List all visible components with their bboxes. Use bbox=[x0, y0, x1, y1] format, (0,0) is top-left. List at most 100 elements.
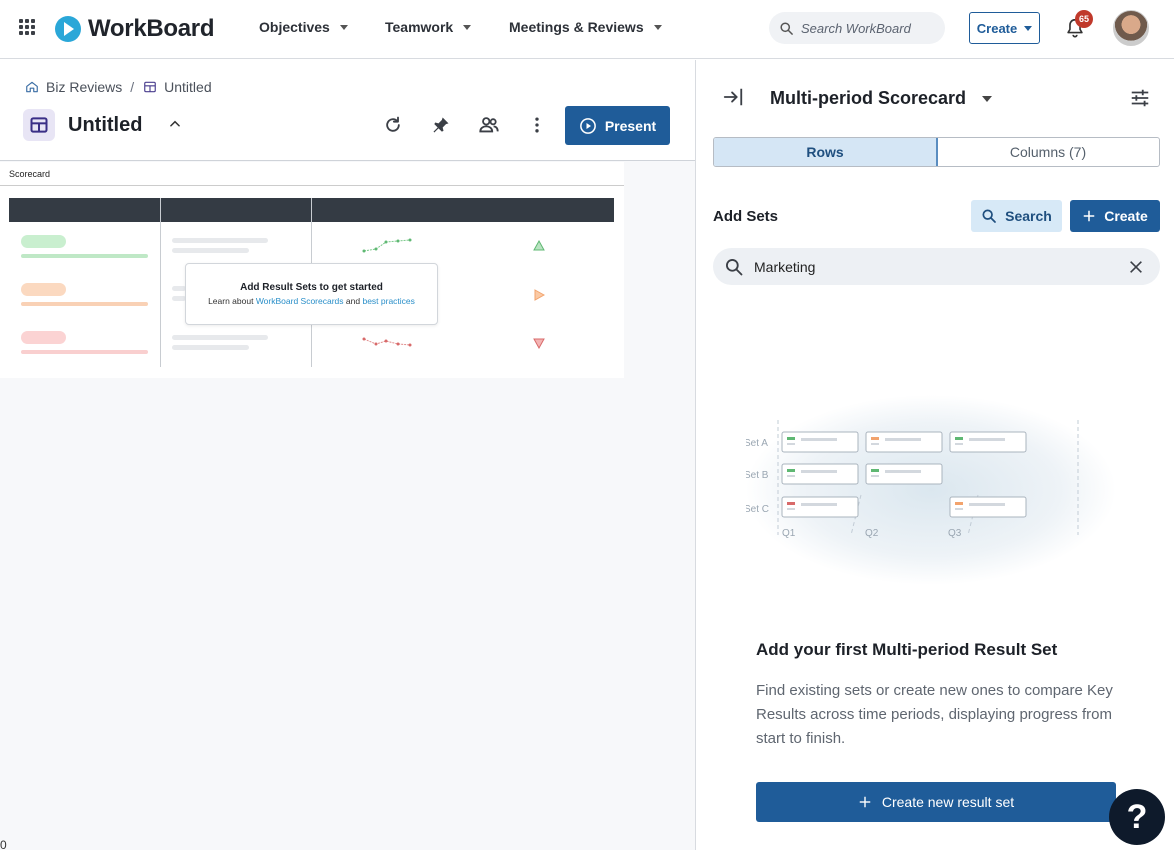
best-practices-link[interactable]: best practices bbox=[362, 296, 414, 306]
placeholder-pill bbox=[21, 235, 66, 248]
create-dropdown-button[interactable]: Create bbox=[969, 12, 1040, 44]
caret-down-icon bbox=[339, 24, 348, 30]
empty-prefix: Learn about bbox=[208, 296, 254, 306]
search-value: Marketing bbox=[754, 258, 816, 275]
trend-flat-icon bbox=[534, 289, 545, 301]
tab-columns[interactable]: Columns (7) bbox=[937, 138, 1159, 166]
settings-sliders-icon[interactable] bbox=[1129, 87, 1151, 109]
multi-period-panel: Multi-period Scorecard Rows Columns (7) … bbox=[695, 60, 1174, 850]
caret-down-icon bbox=[653, 24, 662, 30]
nav-meetings-reviews[interactable]: Meetings & Reviews bbox=[509, 19, 662, 35]
scorecard-type-icon bbox=[23, 109, 55, 141]
rows-columns-toggle: Rows Columns (7) bbox=[713, 137, 1160, 167]
breadcrumb: Biz Reviews / Untitled bbox=[24, 79, 212, 95]
search-icon bbox=[982, 209, 997, 223]
users-icon bbox=[479, 117, 499, 133]
trend-down-icon bbox=[533, 338, 545, 349]
refresh-icon bbox=[386, 116, 400, 132]
placeholder-pill bbox=[21, 331, 66, 344]
illus-card bbox=[949, 431, 1027, 453]
create-button-label: Create bbox=[1104, 208, 1148, 224]
logo-text: WorkBoard bbox=[88, 15, 215, 42]
illus-row-label: Set B bbox=[746, 470, 769, 481]
refresh-button[interactable] bbox=[381, 113, 405, 137]
illus-card bbox=[865, 431, 943, 453]
create-set-button[interactable]: Create bbox=[1070, 200, 1160, 232]
empty-and: and bbox=[345, 296, 361, 306]
editor-header: Biz Reviews / Untitled Untitled Present bbox=[0, 60, 695, 161]
nav-meetings-label: Meetings & Reviews bbox=[509, 19, 644, 35]
trend-up-icon bbox=[533, 240, 545, 251]
app-grid-icon[interactable] bbox=[19, 19, 35, 35]
sets-search-input[interactable]: Marketing bbox=[713, 248, 1160, 285]
top-nav: WorkBoard Objectives Teamwork Meetings &… bbox=[0, 0, 1174, 59]
nav-teamwork-label: Teamwork bbox=[385, 19, 454, 35]
user-avatar[interactable] bbox=[1113, 10, 1149, 46]
placeholder-bar bbox=[21, 254, 148, 258]
chevron-up-icon[interactable] bbox=[168, 117, 182, 131]
pin-button[interactable] bbox=[429, 113, 453, 137]
clear-icon[interactable] bbox=[1128, 259, 1144, 275]
nav-teamwork[interactable]: Teamwork bbox=[385, 19, 472, 35]
nav-objectives[interactable]: Objectives bbox=[259, 19, 348, 35]
caret-down-icon bbox=[463, 24, 472, 30]
sparkline-down-icon bbox=[362, 337, 412, 347]
table-icon bbox=[142, 79, 158, 95]
illus-card bbox=[781, 463, 859, 485]
search-icon bbox=[780, 21, 793, 35]
nav-objectives-label: Objectives bbox=[259, 19, 330, 35]
illus-row-label: Set A bbox=[746, 438, 768, 449]
share-users-button[interactable] bbox=[477, 113, 501, 137]
add-sets-heading: Add Sets bbox=[713, 208, 779, 225]
caret-down-icon bbox=[1024, 25, 1033, 31]
more-vertical-icon bbox=[535, 117, 539, 133]
help-button[interactable]: ? bbox=[1109, 789, 1165, 845]
collapse-panel-icon[interactable] bbox=[722, 86, 744, 108]
multi-period-illustration: Set A Set B Set C Q1 Q2 Q3 bbox=[746, 395, 1116, 585]
pin-icon bbox=[433, 117, 449, 133]
create-new-result-set-button[interactable]: Create new result set bbox=[756, 782, 1116, 822]
illus-card bbox=[865, 463, 943, 485]
home-icon bbox=[24, 79, 40, 95]
breadcrumb-separator: / bbox=[130, 79, 135, 95]
empty-state-title: Add your first Multi-period Result Set bbox=[756, 640, 1058, 659]
search-sets-button[interactable]: Search bbox=[971, 200, 1062, 232]
placeholder-bar bbox=[21, 350, 148, 354]
notification-badge: 65 bbox=[1075, 10, 1093, 28]
placeholder-line bbox=[172, 238, 268, 243]
present-button[interactable]: Present bbox=[565, 106, 670, 145]
global-search-input[interactable]: Search WorkBoard bbox=[769, 12, 945, 44]
illus-card bbox=[949, 496, 1027, 518]
illus-col-label: Q2 bbox=[865, 528, 879, 539]
scorecard-editor: Biz Reviews / Untitled Untitled Present bbox=[0, 60, 695, 850]
canvas-label: Scorecard bbox=[9, 169, 51, 179]
placeholder-line bbox=[172, 345, 249, 350]
canvas-divider bbox=[0, 185, 624, 186]
tab-rows[interactable]: Rows bbox=[714, 138, 938, 166]
breadcrumb-biz-reviews[interactable]: Biz Reviews bbox=[46, 79, 122, 95]
illus-row-label: Set C bbox=[746, 504, 769, 515]
present-label: Present bbox=[604, 117, 657, 134]
empty-state-title: Add Result Sets to get started bbox=[240, 282, 383, 293]
illus-card bbox=[781, 431, 859, 453]
illus-col-label: Q1 bbox=[782, 528, 796, 539]
placeholder-pill bbox=[21, 283, 66, 296]
workboard-logo[interactable]: WorkBoard bbox=[55, 15, 215, 43]
plus-icon bbox=[1083, 210, 1095, 222]
illus-card bbox=[781, 496, 859, 518]
new-set-label: Create new result set bbox=[881, 794, 1015, 810]
page-title[interactable]: Untitled bbox=[68, 114, 142, 137]
create-label: Create bbox=[976, 20, 1018, 36]
empty-state-text: Learn about WorkBoard Scorecards and bes… bbox=[186, 296, 437, 306]
placeholder-line bbox=[172, 286, 186, 291]
search-button-label: Search bbox=[1005, 208, 1052, 224]
placeholder-bar bbox=[21, 302, 148, 306]
more-options-button[interactable] bbox=[525, 113, 549, 137]
workboard-scorecards-link[interactable]: WorkBoard Scorecards bbox=[256, 296, 344, 306]
breadcrumb-untitled[interactable]: Untitled bbox=[164, 79, 211, 95]
illus-col-label: Q3 bbox=[948, 528, 962, 539]
caret-down-icon bbox=[982, 95, 993, 102]
search-placeholder: Search WorkBoard bbox=[801, 20, 911, 36]
play-circle-icon bbox=[579, 117, 596, 134]
panel-title-dropdown[interactable]: Multi-period Scorecard bbox=[770, 88, 993, 109]
